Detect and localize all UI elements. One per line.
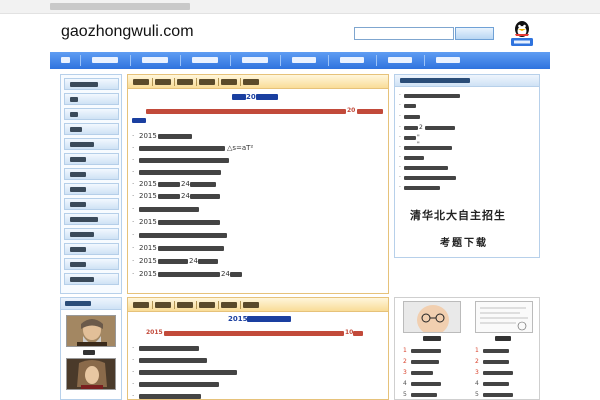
sidebar-item[interactable]: [64, 258, 119, 270]
top-info-text[interactable]: [50, 3, 190, 10]
nav-item-4[interactable]: [180, 52, 230, 69]
sidebar-item[interactable]: [64, 183, 119, 195]
tab[interactable]: [243, 79, 259, 85]
exam-download-banner[interactable]: 清华北大自主招生 考题下载: [400, 202, 532, 254]
tab[interactable]: [133, 302, 149, 308]
sidebar-item[interactable]: [64, 153, 119, 165]
banner-line-2: 考题下载: [440, 238, 488, 249]
nav-item-5[interactable]: [230, 52, 280, 69]
tab[interactable]: [199, 302, 215, 308]
summary-number-bottom: 2015: [146, 329, 163, 336]
right-panel-header: [395, 75, 539, 87]
search-button[interactable]: [455, 27, 494, 40]
sidebar-item[interactable]: [64, 138, 119, 150]
tab[interactable]: [133, 79, 149, 85]
sidebar-item[interactable]: [64, 168, 119, 180]
panel-tabs: [128, 298, 388, 312]
qq-penguin-icon[interactable]: [510, 19, 534, 47]
summary-text: [146, 109, 346, 114]
physicist-portrait-1[interactable]: [66, 315, 116, 347]
category-sidebar: [60, 74, 122, 294]
banner-line-1: 清华北大自主招生: [410, 209, 506, 222]
sidebar-item[interactable]: [64, 198, 119, 210]
thumbnail-2[interactable]: [475, 301, 533, 333]
nav-item-8[interactable]: [376, 52, 424, 69]
sidebar-item[interactable]: [64, 273, 119, 285]
panel-headline-bottom[interactable]: 2015: [228, 315, 292, 323]
nav-item-2[interactable]: [80, 52, 130, 69]
thumbnail-caption-2[interactable]: [495, 336, 511, 341]
main-navbar: [50, 52, 550, 69]
physicist-portrait-2[interactable]: [66, 358, 116, 390]
thumbnail-1[interactable]: [403, 301, 461, 333]
top-info-bar: [0, 0, 600, 14]
nav-item-6[interactable]: [280, 52, 328, 69]
nav-item-3[interactable]: [130, 52, 180, 69]
thumbnail-caption-1[interactable]: [423, 336, 441, 341]
nav-item-home[interactable]: [50, 52, 80, 69]
nav-item-7[interactable]: [328, 52, 376, 69]
sidebar-item[interactable]: [64, 228, 119, 240]
tab[interactable]: [155, 79, 171, 85]
summary-more-link[interactable]: [132, 118, 146, 123]
physicist-name-1[interactable]: [83, 350, 95, 355]
nav-item-9[interactable]: [424, 52, 472, 69]
tab[interactable]: [199, 79, 215, 85]
panel-headline[interactable]: 20: [232, 93, 278, 101]
physicist-sidebar: [60, 297, 122, 400]
sidebar-item[interactable]: [64, 108, 119, 120]
panel-tabs: [128, 75, 388, 89]
sidebar-item[interactable]: [64, 213, 119, 225]
summary-number: 20: [347, 107, 356, 114]
tab[interactable]: [177, 79, 193, 85]
tab[interactable]: [243, 302, 259, 308]
tab[interactable]: [177, 302, 193, 308]
physicist-sidebar-header: [61, 298, 121, 310]
tab[interactable]: [155, 302, 171, 308]
tab[interactable]: [221, 79, 237, 85]
site-logo[interactable]: gaozhongwuli.com: [61, 23, 194, 41]
sidebar-item[interactable]: [64, 78, 119, 90]
sidebar-item[interactable]: [64, 243, 119, 255]
search-input[interactable]: [354, 27, 454, 40]
sidebar-item[interactable]: [64, 123, 119, 135]
tab[interactable]: [221, 302, 237, 308]
sidebar-item[interactable]: [64, 93, 119, 105]
ranking-panel: 1 2 3 4 5 1 2 3 4 5: [394, 297, 540, 400]
